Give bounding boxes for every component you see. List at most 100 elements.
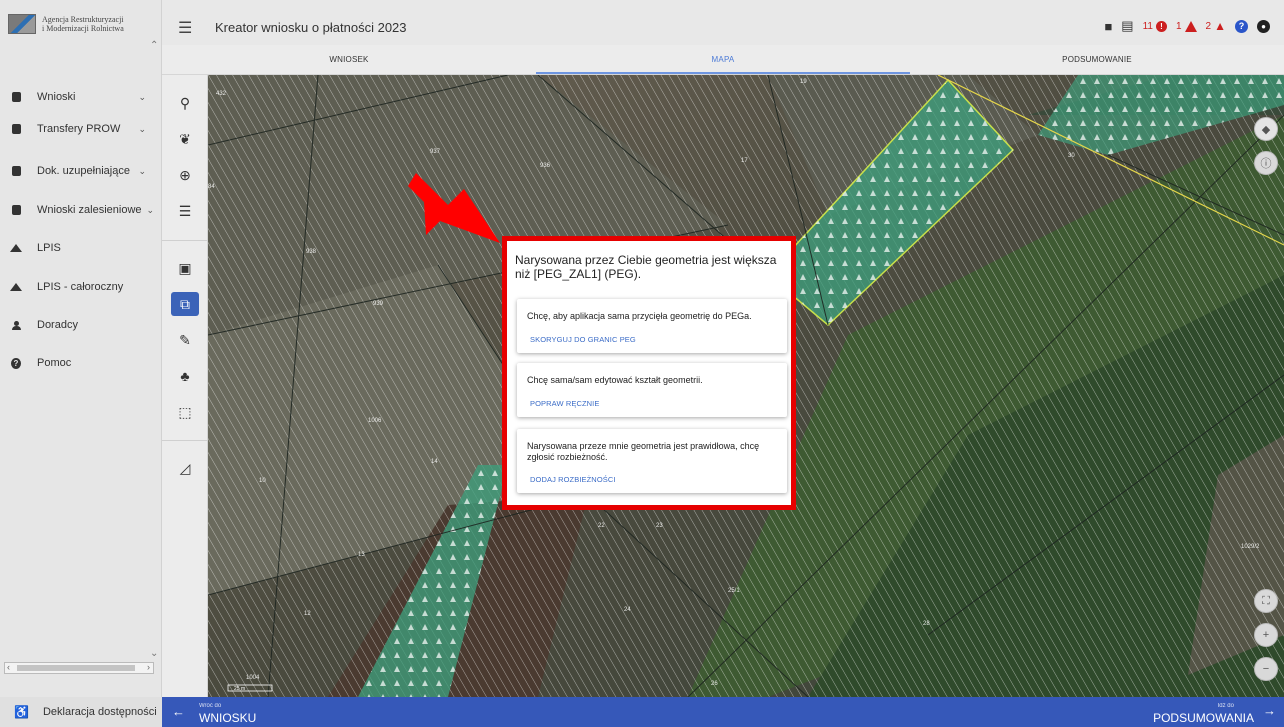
parcel-label: 24 [624,607,631,613]
notice-count: 2 [1205,20,1212,32]
warnings-badge[interactable]: 1 [1176,20,1197,32]
dialog-title: Narysowana przez Ciebie geometria jest w… [515,253,777,281]
accessibility-declaration-label: Deklaracja dostępności [42,706,157,718]
zoom-out-icon[interactable]: − [1254,657,1278,681]
info-icon[interactable]: ⓘ [1254,151,1278,175]
arrow-right-icon: → [1263,703,1276,718]
adjust-to-peg-button[interactable]: SKORYGUJ DO GRANIC PEG [530,335,636,344]
sidebar: Agencja Restrukturyzacji i Modernizacji … [0,0,162,727]
horizontal-scrollbar[interactable]: ‹ › [4,662,154,674]
scroll-right-icon[interactable]: › [147,662,150,672]
sidebar-item-label: Transfery PROW [37,123,121,135]
save-icon[interactable]: ■ [1104,19,1112,34]
sidebar-item-label: Dok. uzupełniające [37,165,130,177]
sidebar-item-label: Pomoc [37,357,72,369]
option-text: Narysowana przeze mnie geometria jest pr… [527,441,760,462]
pencil-icon[interactable]: ✎ [171,328,199,352]
parcel-label: 938 [306,249,317,255]
scrollbar-thumb[interactable] [17,665,135,671]
map-toolbar: ⚲ ❦ ⊕ ☰ ▣ ⧉ ✎ ♣ ⬚ ◿ [162,75,208,697]
chevron-down-icon[interactable]: ⌄ [150,648,158,659]
back-label: WNIOSKU [199,711,257,725]
measure-icon[interactable]: ◿ [171,456,199,480]
logo-line-2: i Modernizacji Rolnictwa [42,24,124,33]
plant-icon[interactable]: ❦ [171,127,199,151]
bounding-box-icon[interactable]: ⬚ [171,400,199,424]
error-icon: ! [1155,20,1167,32]
person-icon [11,320,21,330]
parcel-label: 19 [800,79,807,85]
parcel-label: 25/1 [728,588,740,594]
parcel-label: 936 [540,163,551,169]
zoom-in-icon[interactable]: + [1254,623,1278,647]
error-count: 11 [1142,20,1153,32]
parcel-label: 23 [656,523,663,529]
sidebar-item-lpis[interactable]: LPIS [0,233,158,263]
forest-icon[interactable]: ♣ [171,364,199,388]
logo-line-1: Agencja Restrukturyzacji [42,15,124,24]
parcel-label: 10 [259,478,266,484]
bell-icon: ▲ [1214,19,1226,33]
sidebar-item-label: LPIS [37,242,61,254]
user-account-icon[interactable]: ● [1257,19,1270,33]
sidebar-item-doradcy[interactable]: Doradcy [0,310,158,340]
scroll-left-icon[interactable]: ‹ [7,662,10,672]
copy-geometry-icon[interactable]: ⧉ [171,292,199,316]
fix-manually-button[interactable]: POPRAW RĘCZNIE [530,399,599,408]
parcel-label: 1029/2 [1241,544,1260,550]
list-icon[interactable]: ☰ [171,199,199,223]
agency-logo[interactable]: Agencja Restrukturyzacji i Modernizacji … [8,10,158,38]
parcel-label: 30 [1068,153,1075,159]
scale-bar: 25 m [234,686,245,692]
accessibility-declaration-link[interactable]: ♿ Deklaracja dostępności [0,697,162,727]
page-title: Kreator wniosku o płatności 2023 [215,20,407,35]
add-discrepancy-button[interactable]: DODAJ ROZBIEŻNOŚCI [530,475,616,484]
print-icon[interactable]: ▤ [1121,18,1133,34]
parcel-label: 13 [358,552,365,558]
warning-icon [1184,20,1197,32]
parcel-label: 14 [431,459,438,465]
sidebar-item-wnioski[interactable]: Wnioski ⌄ [0,82,158,112]
fullscreen-icon[interactable]: ⛶ [1254,589,1278,613]
document-icon [11,166,21,176]
errors-badge[interactable]: 11 ! [1142,20,1167,32]
next-label: PODSUMOWANIA [1153,711,1254,725]
help-icon[interactable]: ? [1235,19,1248,33]
hamburger-menu-icon[interactable]: ☰ [178,18,192,38]
sidebar-item-wnioski-zalesieniowe[interactable]: Wnioski zalesieniowe ⌄ [0,195,158,225]
parcel-label: 17 [741,158,748,164]
parcel-label: 26 [711,681,718,687]
tab-wniosek[interactable]: WNIOSEK [162,45,536,74]
chevron-down-icon: ⌄ [138,123,146,134]
search-icon[interactable]: ⚲ [171,91,199,115]
parcel-label: 432 [216,91,227,97]
accessibility-icon: ♿ [14,705,29,719]
geometry-exceeds-peg-dialog: Narysowana przez Ciebie geometria jest w… [502,236,796,510]
document-icon [11,124,21,134]
header-actions: ■ ▤ 11 ! 1 2 ▲ ? ● [1104,18,1270,34]
notifications-badge[interactable]: 2 ▲ [1206,19,1226,33]
help-icon: ? [11,357,21,369]
step-tabs: WNIOSEK MAPA PODSUMOWANIE [162,45,1284,75]
parcel-label: 937 [430,149,441,155]
option-auto-clip-card: Chcę, aby aplikacja sama przycięła geome… [517,299,787,353]
tab-podsumowanie[interactable]: PODSUMOWANIE [910,45,1284,74]
sidebar-item-transfery-prow[interactable]: Transfery PROW ⌄ [0,114,158,144]
select-area-icon[interactable]: ▣ [171,256,199,280]
sidebar-item-label: Wnioski zalesieniowe [37,204,142,216]
tab-mapa[interactable]: MAPA [536,45,910,74]
parcel-label: 28 [923,621,930,627]
option-text: Chcę sama/sam edytować kształt geometrii… [527,375,703,385]
sidebar-item-pomoc[interactable]: ? Pomoc [0,348,158,378]
back-caption: Wróć do [199,703,222,709]
locate-icon[interactable]: ⊕ [171,163,199,187]
sidebar-item-dok-uzupelniajace[interactable]: Dok. uzupełniające ⌄ [0,156,158,186]
terrain-icon [10,243,22,253]
sidebar-item-label: Wnioski [37,91,76,103]
sidebar-item-label: LPIS - całoroczny [37,281,124,293]
chevron-up-icon[interactable]: ⌃ [150,40,158,51]
layers-icon[interactable]: ◆ [1254,117,1278,141]
document-icon [11,92,21,102]
arrow-left-icon: ← [172,704,185,719]
sidebar-item-lpis-caloroczny[interactable]: LPIS - całoroczny [0,272,158,302]
